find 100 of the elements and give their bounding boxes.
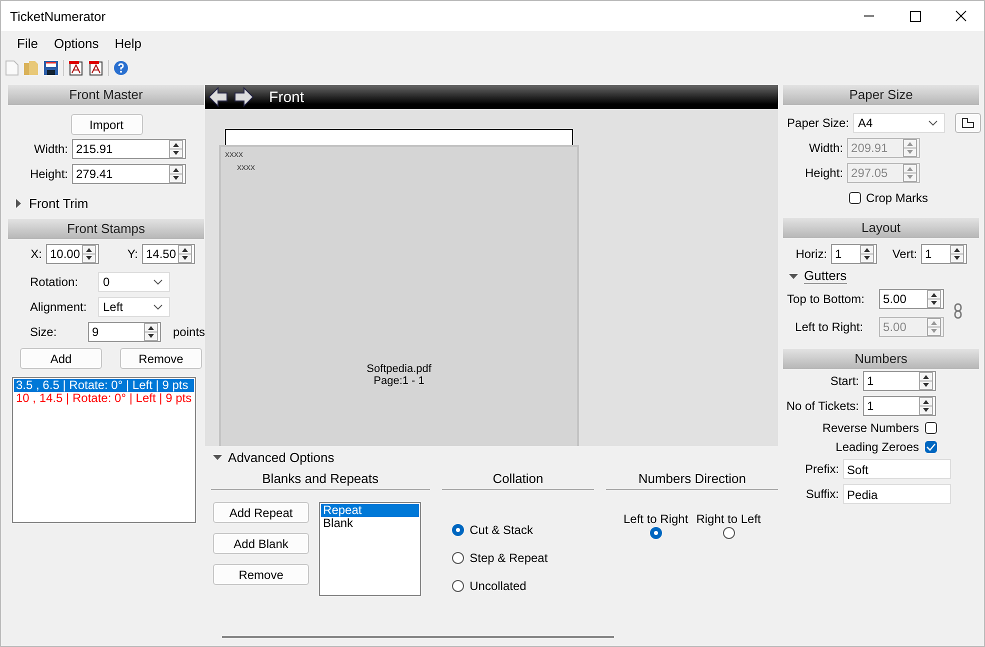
section-header: Paper Size [783, 85, 980, 105]
help-icon[interactable] [113, 60, 129, 76]
number-spinner[interactable]: 9 [88, 322, 161, 342]
number-spinner[interactable]: 215.91 [72, 139, 186, 159]
number-spinner[interactable]: 1 [921, 244, 968, 264]
triangle-down-icon[interactable] [213, 453, 222, 462]
field-label: Height: [28, 167, 68, 181]
pdf-icon[interactable] [88, 60, 104, 76]
back-forward-arrows-icon[interactable] [207, 86, 256, 108]
checkbox-label: Reverse Numbers [822, 421, 920, 435]
spinner-arrows-icon[interactable] [919, 372, 934, 390]
spinner-arrows-icon[interactable] [927, 290, 942, 308]
field-label: Paper Size: [787, 116, 850, 130]
menu-item[interactable]: Help [106, 36, 150, 51]
chevron-down-icon [153, 304, 163, 310]
number-spinner[interactable]: 1 [863, 371, 936, 391]
action-button[interactable]: Add Blank [213, 533, 310, 554]
group-header: Numbers Direction [606, 471, 778, 490]
checkbox[interactable] [925, 441, 938, 453]
prefix-field[interactable]: Soft [843, 459, 952, 479]
radio-label: Uncollated [470, 578, 526, 592]
list-item[interactable]: Repeat [321, 504, 420, 517]
unit-label: points [173, 325, 206, 339]
section-header: Front Master [8, 85, 204, 105]
radio-button[interactable] [452, 524, 464, 536]
list-item[interactable]: Blank [321, 517, 420, 530]
field-label: Horiz: [794, 247, 828, 261]
checkbox-label: Leading Zeroes [836, 440, 920, 454]
group-header: Blanks and Repeats [211, 471, 430, 490]
preview-title: Front [269, 88, 304, 106]
spinner-arrows-icon[interactable] [860, 245, 874, 263]
field-label: Y: [126, 247, 138, 261]
radio-button[interactable] [452, 552, 464, 564]
field-label: Start: [829, 374, 860, 388]
spinner-arrows-icon[interactable] [919, 397, 934, 415]
spinner-arrows-icon[interactable] [169, 140, 183, 158]
field-label: Rotation: [29, 275, 80, 289]
menu-item[interactable]: Options [46, 36, 107, 51]
stamp-mark: xxxx [225, 149, 244, 159]
expander-label[interactable]: Gutters [804, 268, 847, 284]
field-label: Size: [29, 325, 58, 339]
dropdown[interactable]: 0 [98, 272, 170, 292]
orientation-button[interactable] [955, 113, 982, 133]
window-title: TicketNumerator [9, 8, 106, 24]
import-button[interactable]: Import [70, 114, 143, 135]
menu-item[interactable]: File [9, 36, 46, 51]
scrollbar-thumb[interactable] [222, 636, 614, 638]
page-number: Page:1 - 1 [374, 375, 424, 387]
number-spinner[interactable]: 1 [863, 396, 936, 416]
number-spinner[interactable]: 10.00 [46, 244, 99, 264]
field-label: Top to Bottom: [786, 292, 866, 306]
number-spinner[interactable]: 14.50 [142, 244, 195, 264]
field-label: Alignment: [29, 300, 88, 314]
checkbox[interactable] [849, 192, 862, 204]
section-header: Numbers [783, 349, 980, 369]
field-label: Width: [808, 141, 844, 155]
suffix-field[interactable]: Pedia [843, 484, 952, 504]
group-header: Collation [442, 471, 594, 490]
field-label: No of Tickets: [785, 399, 860, 413]
remove-button[interactable]: Remove [120, 348, 202, 369]
radio-button[interactable] [452, 580, 464, 592]
field-label: Vert: [891, 247, 918, 261]
field-label: Suffix: [804, 487, 840, 501]
field-label: Prefix: [804, 462, 840, 476]
stamp-mark: xxxx [237, 162, 256, 172]
spinner-arrows-icon[interactable] [950, 245, 964, 263]
spinner-arrows-icon[interactable] [82, 245, 96, 263]
expander-label[interactable]: Advanced Options [228, 450, 334, 465]
dropdown[interactable]: A4 [853, 113, 946, 133]
radio-button[interactable] [650, 527, 662, 539]
spinner-arrows-icon[interactable] [169, 165, 183, 183]
save-icon[interactable] [43, 60, 59, 76]
number-spinner[interactable]: 5.00 [879, 289, 944, 309]
field-label: Width: [32, 142, 68, 156]
dropdown[interactable]: Left [98, 297, 170, 317]
chain-link-icon[interactable] [954, 302, 962, 318]
triangle-right-icon[interactable] [14, 199, 23, 208]
field-label: Height: [804, 166, 844, 180]
file-name: Softpedia.pdf [366, 363, 432, 375]
radio-label: Cut & Stack [470, 522, 533, 536]
section-header: Layout [783, 218, 980, 238]
chevron-down-icon [928, 120, 938, 126]
field-label: Left to Right: [794, 320, 864, 334]
field-label: X: [30, 247, 42, 261]
radio-button[interactable] [722, 527, 735, 539]
number-spinner[interactable]: 1 [831, 244, 878, 264]
action-button[interactable]: Remove [213, 564, 310, 585]
radio-label: Step & Repeat [470, 550, 548, 564]
action-button[interactable]: Add Repeat [213, 502, 310, 523]
chevron-down-icon [153, 279, 163, 285]
triangle-down-icon[interactable] [789, 272, 798, 280]
spinner-arrows-icon[interactable] [144, 323, 158, 341]
radio-label: Right to Left [696, 512, 761, 526]
checkbox[interactable] [925, 422, 938, 434]
number-spinner[interactable]: 279.41 [72, 164, 186, 184]
add-button[interactable]: Add [20, 348, 102, 369]
expander-label[interactable]: Front Trim [29, 196, 88, 211]
section-header: Front Stamps [8, 219, 204, 239]
spinner-arrows-icon[interactable] [178, 245, 192, 263]
pdf-icon[interactable] [68, 60, 84, 76]
